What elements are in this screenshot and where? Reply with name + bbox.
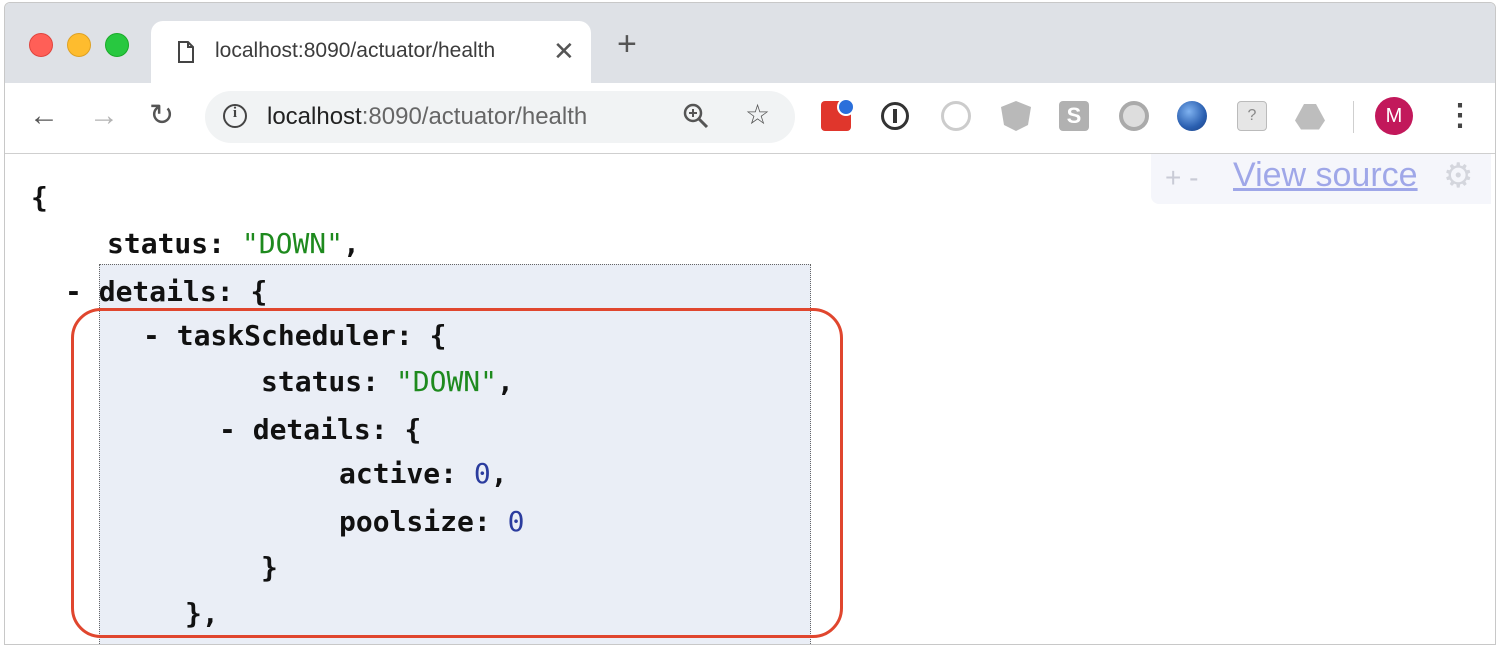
reload-button[interactable]: ↻ [149,99,174,133]
annotation-callout-box [71,308,843,638]
minimize-window-button[interactable] [67,33,91,57]
browser-menu-icon[interactable]: ⋮ [1445,95,1475,137]
extension-info-icon[interactable] [881,102,909,130]
extension-red-icon[interactable] [821,98,855,131]
extension-help-icon[interactable]: ? [1237,101,1267,131]
view-source-link[interactable]: View source [1233,156,1418,195]
tab-title: localhost:8090/actuator/health [215,39,496,62]
zoom-icon[interactable] [683,103,709,129]
tab-health[interactable]: localhost:8090/actuator/health ✕ [151,21,591,83]
profile-avatar[interactable]: M [1375,97,1413,135]
new-tab-button[interactable]: + [617,27,637,61]
extension-ring-icon[interactable] [1119,101,1149,131]
toolbar-divider [1353,101,1354,133]
browser-window: localhost:8090/actuator/health ✕ + ← → ↻… [4,2,1496,645]
json-open-brace: { [31,181,48,214]
json-details-line: - details: { [65,275,268,308]
extension-globe-icon[interactable] [1177,101,1207,131]
forward-button[interactable]: → [89,99,119,133]
json-string-value: "DOWN" [241,227,344,260]
tab-strip: localhost:8090/actuator/health ✕ + [5,3,1495,83]
gear-icon[interactable]: ⚙ [1443,156,1473,196]
site-info-icon[interactable] [223,104,247,128]
back-button[interactable]: ← [29,99,59,133]
extension-opera-icon[interactable] [941,101,971,131]
zoom-window-button[interactable] [105,33,129,57]
json-viewer-toolbar: + - View source ⚙ [1151,154,1491,204]
toolbar: ← → ↻ localhost:8090/actuator/health ☆ S… [5,83,1495,154]
url-host: localhost [267,103,362,130]
json-key: details: [98,275,234,308]
close-window-button[interactable] [29,33,53,57]
extension-angular-icon[interactable] [1001,101,1031,131]
json-status-line: status: "DOWN", [107,227,360,260]
close-tab-icon[interactable]: ✕ [553,36,575,67]
url-path: :8090/actuator/health [361,103,588,130]
page-icon [178,41,194,63]
collapse-toggle[interactable]: - [65,275,82,308]
address-bar[interactable]: localhost:8090/actuator/health ☆ [205,91,795,143]
expand-collapse-all[interactable]: + - [1165,162,1198,194]
url-text[interactable]: localhost:8090/actuator/health [267,103,587,131]
json-key: status: [107,227,226,260]
extension-drive-icon[interactable] [1295,104,1325,130]
page-content: + - View source ⚙ { status: "DOWN", - de… [5,154,1495,644]
bookmark-star-icon[interactable]: ☆ [745,99,770,131]
extension-s-icon[interactable]: S [1059,101,1089,131]
